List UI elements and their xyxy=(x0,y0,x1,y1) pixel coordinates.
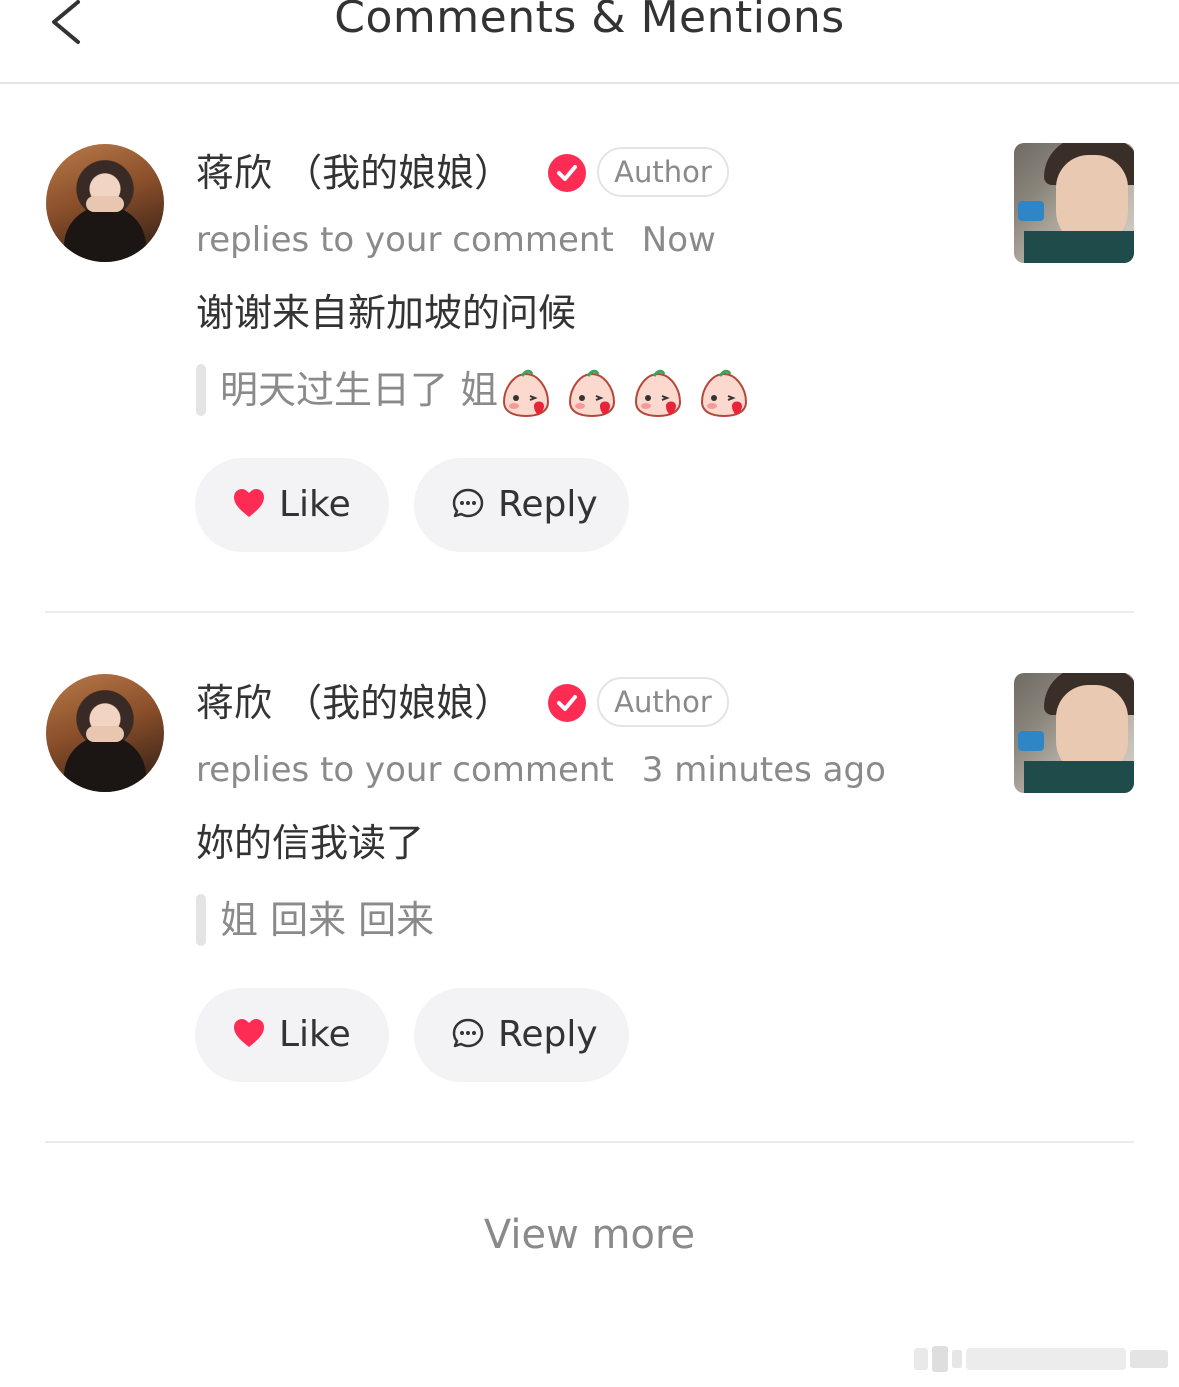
blush-kiss-emoji xyxy=(503,369,550,417)
blush-kiss-emoji xyxy=(701,369,748,417)
action-text: replies to your comment xyxy=(196,220,614,260)
quoted-text: 明天过生日了 姐 xyxy=(220,368,499,412)
like-button[interactable]: Like xyxy=(195,988,389,1082)
blush-kiss-emoji xyxy=(635,369,682,417)
reply-text: 妳的信我读了 xyxy=(196,821,425,865)
reply-button[interactable]: Reply xyxy=(414,988,629,1082)
like-label: Like xyxy=(279,484,351,525)
heart-icon xyxy=(234,489,264,517)
notification-item[interactable]: 蒋欣 （我的娘娘） Author replies to your comment… xyxy=(0,0,1179,552)
video-thumbnail[interactable] xyxy=(1014,143,1134,263)
view-more-button[interactable]: View more xyxy=(0,1208,1179,1262)
divider xyxy=(45,1141,1134,1143)
action-text: replies to your comment xyxy=(196,750,614,790)
username[interactable]: 蒋欣 （我的娘娘） xyxy=(196,678,512,728)
author-badge: Author xyxy=(597,147,729,197)
blush-kiss-emoji xyxy=(569,369,616,417)
comment-bubble-icon xyxy=(452,488,484,518)
verified-check-icon xyxy=(548,154,586,192)
reply-label: Reply xyxy=(498,1014,598,1055)
notification-item[interactable]: 蒋欣 （我的娘娘） Author replies to your comment… xyxy=(0,530,1179,1082)
timestamp: 3 minutes ago xyxy=(641,750,886,790)
quoted-text: 姐 回来 回来 xyxy=(220,898,435,942)
timestamp: Now xyxy=(641,220,716,260)
emoji-group xyxy=(500,365,752,420)
watermark-logo xyxy=(914,1346,1168,1372)
reply-label: Reply xyxy=(498,484,598,525)
quote-bar xyxy=(196,894,206,946)
username[interactable]: 蒋欣 （我的娘娘） xyxy=(196,148,512,198)
like-label: Like xyxy=(279,1014,351,1055)
verified-check-icon xyxy=(548,684,586,722)
notification-meta: replies to your comment Now xyxy=(196,218,716,262)
heart-icon xyxy=(234,1019,264,1047)
notification-meta: replies to your comment 3 minutes ago xyxy=(196,748,886,792)
reply-text: 谢谢来自新加坡的问候 xyxy=(196,291,577,335)
avatar[interactable] xyxy=(46,144,164,262)
avatar[interactable] xyxy=(46,674,164,792)
author-badge: Author xyxy=(597,677,729,727)
quote-bar xyxy=(196,364,206,416)
video-thumbnail[interactable] xyxy=(1014,673,1134,793)
comment-bubble-icon xyxy=(452,1018,484,1048)
